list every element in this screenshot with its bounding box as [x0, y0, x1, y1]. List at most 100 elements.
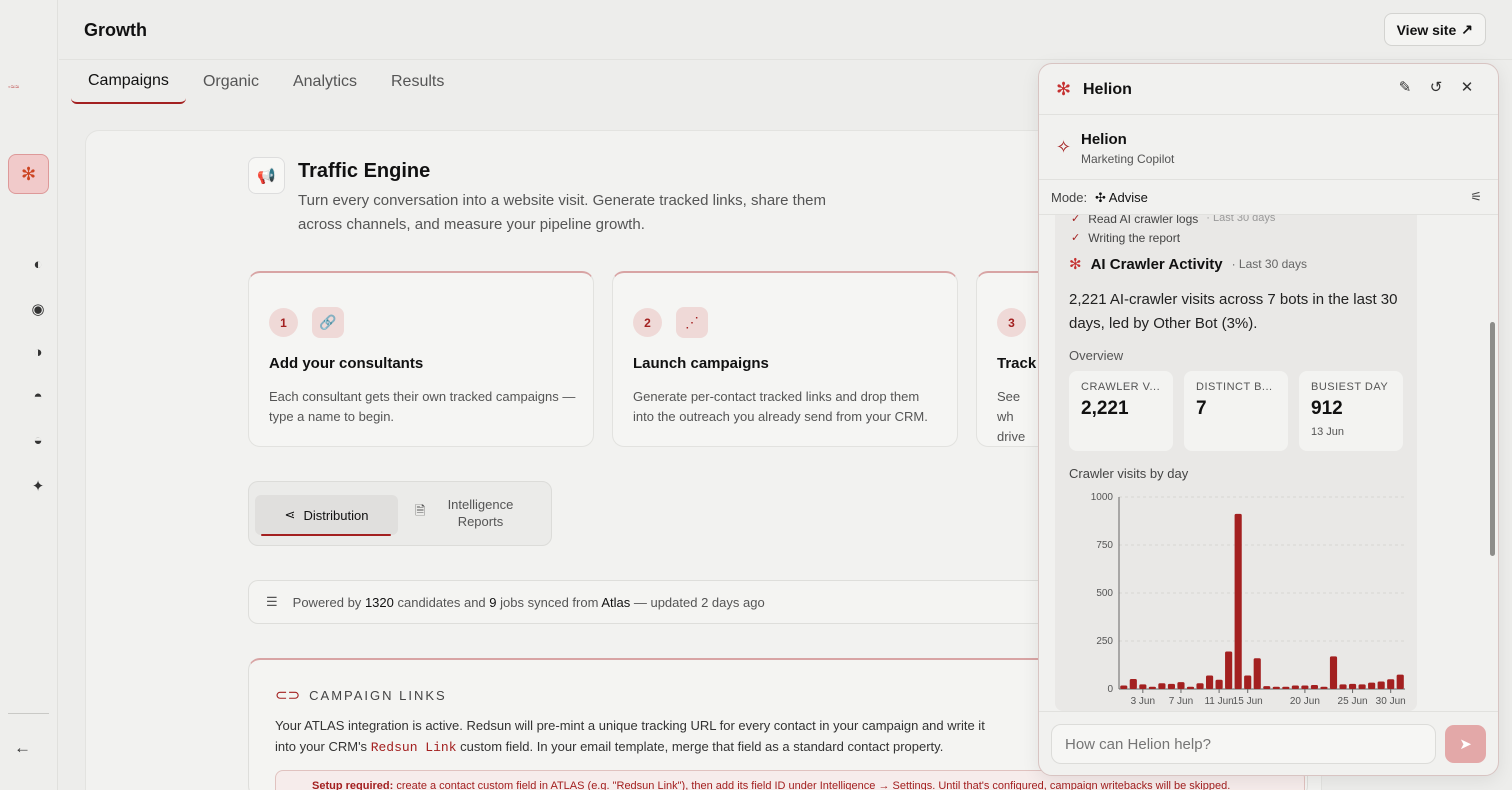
bar — [1186, 686, 1195, 689]
y-tick-label: 500 — [1096, 588, 1113, 599]
nav-target-icon[interactable]: ◉ — [27, 300, 49, 318]
x-tick-label: 30 Jun — [1376, 696, 1406, 707]
send-button[interactable]: ➤ — [1445, 725, 1486, 763]
bar — [1253, 658, 1261, 689]
redsun-link-code: Redsun Link — [370, 740, 457, 755]
bar — [1139, 684, 1147, 689]
nav-top-half-icon[interactable]: ◓ — [27, 388, 49, 405]
bar — [1358, 684, 1366, 689]
bar — [1196, 683, 1204, 689]
bar — [1377, 681, 1385, 689]
bar — [1129, 679, 1137, 689]
database-icon: ☰ — [266, 594, 278, 609]
document-icon: 🗎 — [415, 503, 426, 518]
y-tick-label: 0 — [1107, 684, 1113, 695]
distribution-tab[interactable]: ⋖ Distribution — [255, 495, 398, 536]
step-number: 1 — [269, 308, 298, 337]
brand-logo-icon[interactable]: ◦≈≈ — [8, 84, 20, 91]
page-title: Growth — [84, 20, 147, 40]
panel-scrollbar[interactable] — [1490, 322, 1495, 556]
send-icon: ➤ — [1459, 736, 1472, 753]
progress-step: ✓ Read AI crawler logs · Last 30 days — [1071, 215, 1275, 226]
bar — [1348, 683, 1357, 689]
campaign-links-heading: ⊂⊃ CAMPAIGN LINKS — [275, 687, 447, 704]
bar — [1272, 686, 1280, 689]
bar — [1329, 656, 1338, 689]
settings-sliders-icon[interactable]: ⚟ — [1470, 189, 1482, 205]
step-title: Launch campaigns — [633, 355, 769, 372]
tab-organic[interactable]: Organic — [186, 60, 276, 104]
mode-bar: Mode: ✣ Advise ⚟ — [1039, 181, 1498, 215]
asterisk-icon: ✻ — [1056, 79, 1072, 99]
nav-bottom-half-icon[interactable]: ◒ — [27, 432, 49, 449]
powered-by-text: Powered by 1320 candidates and 9 jobs sy… — [292, 594, 765, 610]
panel-title: Helion — [1083, 81, 1132, 98]
kpi-busiest-day: BUSIEST DAY 912 13 Jun — [1299, 371, 1403, 451]
agent-name: Helion — [1081, 131, 1127, 148]
bar — [1291, 685, 1299, 689]
x-tick-label: 3 Jun — [1131, 696, 1155, 707]
kpi-distinct-bots: DISTINCT B... 7 — [1184, 371, 1288, 451]
history-icon[interactable]: ↺ — [1425, 78, 1447, 96]
asterisk-icon: ✻ — [20, 163, 37, 184]
tab-analytics[interactable]: Analytics — [276, 60, 374, 104]
intelligence-reports-tab[interactable]: 🗎 Intelligence Reports — [415, 496, 543, 530]
nav-sparkle-icon[interactable]: ✦ — [27, 477, 49, 495]
mode-label: Mode: — [1051, 190, 1088, 205]
tab-bar: Campaigns Organic Analytics Results — [71, 60, 461, 104]
check-icon: ✓ — [1071, 215, 1081, 225]
overview-label: Overview — [1069, 348, 1124, 363]
hero-description: Turn every conversation into a website v… — [298, 192, 827, 233]
tab-campaigns[interactable]: Campaigns — [71, 60, 186, 104]
campaign-links-text: Your ATLAS integration is active. Redsun… — [275, 718, 985, 755]
step-description: Generate per-contact tracked links and d… — [633, 389, 928, 424]
nav-half-circle-icon[interactable]: ◐ — [27, 256, 49, 273]
panel-header: ✻ Helion ✎ ↺ ✕ — [1039, 64, 1498, 115]
link-icon: 🔗 — [312, 307, 344, 338]
step-card-2: 2 ⋰ Launch campaigns Generate per-contac… — [612, 271, 958, 447]
composer: ➤ — [1039, 711, 1498, 775]
bar — [1234, 513, 1242, 689]
helion-panel: ✻ Helion ✎ ↺ ✕ ✧ Helion Marketing Copilo… — [1038, 63, 1499, 776]
distribution-label: Distribution — [303, 507, 369, 523]
chart-title: Crawler visits by day — [1069, 466, 1189, 481]
bar — [1225, 651, 1233, 689]
bar — [1205, 675, 1214, 689]
nav-growth-button[interactable]: ✻ — [8, 154, 49, 194]
bar — [1320, 686, 1328, 689]
edit-icon[interactable]: ✎ — [1394, 78, 1416, 96]
nav-contrast-icon[interactable]: ◑ — [27, 344, 49, 361]
bar — [1368, 682, 1376, 689]
bar — [1120, 685, 1128, 689]
report-heading: ✻ AI Crawler Activity · Last 30 days — [1069, 255, 1307, 274]
y-tick-label: 750 — [1096, 540, 1113, 551]
link-icon: ⊂⊃ — [275, 687, 301, 704]
report-summary: 2,221 AI-crawler visits across 7 bots in… — [1069, 291, 1398, 332]
check-icon: ✓ — [1071, 232, 1081, 244]
kpi-crawler-visits: CRAWLER V... 2,221 — [1069, 371, 1173, 451]
view-site-button[interactable]: View site ↗ — [1383, 13, 1486, 46]
close-icon[interactable]: ✕ — [1456, 78, 1478, 96]
progress-step: ✓ Writing the report — [1071, 231, 1181, 245]
y-tick-label: 250 — [1096, 636, 1113, 647]
view-site-label: View site — [1396, 21, 1457, 38]
step-number: 3 — [997, 308, 1026, 337]
bar — [1158, 683, 1166, 689]
sparkle-icon: ✧ — [1056, 137, 1072, 157]
megaphone-icon: 📢 — [248, 157, 285, 194]
step-title: Add your consultants — [269, 355, 424, 372]
conversation-area: ✓ Read AI crawler logs · Last 30 days ✓ … — [1055, 215, 1417, 711]
bar — [1301, 685, 1309, 689]
collapse-arrow-icon[interactable]: ← — [14, 738, 31, 758]
mode-selector[interactable]: ✣ Advise — [1095, 190, 1148, 206]
tab-results[interactable]: Results — [374, 60, 461, 104]
chat-input[interactable] — [1051, 724, 1436, 764]
y-tick-label: 1000 — [1091, 492, 1114, 503]
bar — [1396, 674, 1404, 689]
view-switcher: ⋖ Distribution 🗎 Intelligence Reports — [248, 481, 552, 546]
step-description: See wh drive th — [997, 389, 1026, 444]
agent-card: ✧ Helion Marketing Copilot — [1039, 116, 1498, 180]
step-card-1: 1 🔗 Add your consultants Each consultant… — [248, 271, 594, 447]
step-description: Each consultant gets their own tracked c… — [269, 389, 576, 424]
bar — [1167, 683, 1176, 689]
